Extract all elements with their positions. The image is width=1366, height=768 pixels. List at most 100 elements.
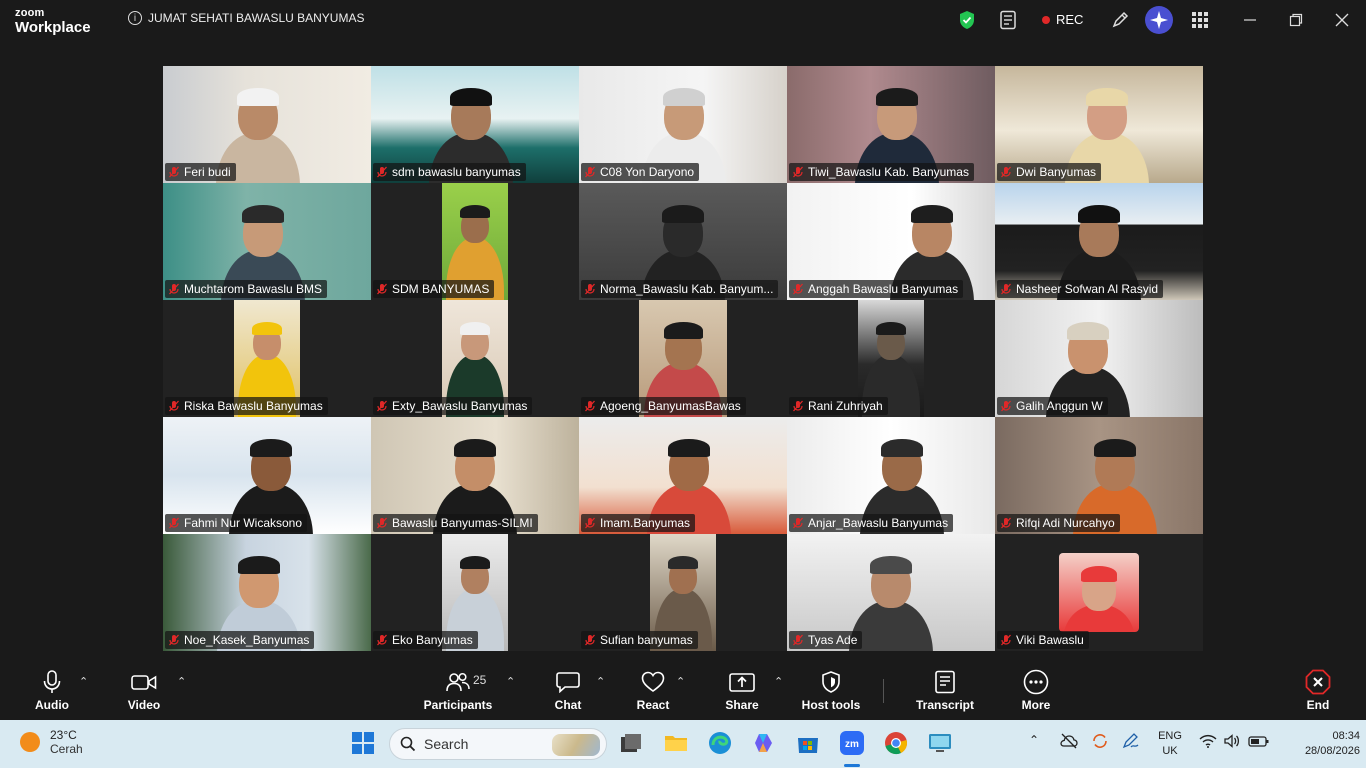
task-view-icon[interactable] (618, 730, 644, 756)
participants-options-caret-icon[interactable]: ⌃ (506, 675, 515, 688)
more-button[interactable]: More (996, 669, 1076, 712)
participant-video-tile[interactable]: Rifqi Adi Nurcahyo (995, 417, 1203, 534)
participant-video-tile[interactable]: Anggah Bawaslu Banyumas (787, 183, 995, 300)
participant-video-tile[interactable]: Eko Banyumas (371, 534, 579, 651)
participant-name-tag: sdm bawaslu banyumas (373, 163, 526, 181)
sync-icon[interactable] (1091, 733, 1109, 752)
taskbar-search-box[interactable]: Search (389, 728, 607, 760)
transcript-button[interactable]: Transcript (905, 669, 985, 712)
participant-video-tile[interactable]: Fahmi Nur Wicaksono (163, 417, 371, 534)
audio-options-caret-icon[interactable]: ⌃ (79, 675, 88, 688)
participant-name: Riska Bawaslu Banyumas (184, 399, 323, 413)
react-options-caret-icon[interactable]: ⌃ (676, 675, 685, 688)
minimize-icon[interactable] (1243, 10, 1257, 30)
wifi-icon[interactable] (1199, 733, 1217, 752)
lang-code: ENG (1158, 730, 1182, 742)
participant-video-tile[interactable]: Imam.Banyumas (579, 417, 787, 534)
participant-video-tile[interactable]: Riska Bawaslu Banyumas (163, 300, 371, 417)
battery-icon[interactable] (1248, 733, 1270, 752)
system-clock[interactable]: 08:34 28/08/2026 (1300, 729, 1360, 759)
zoom-app-icon[interactable]: zm (839, 730, 865, 756)
sun-icon (20, 732, 40, 752)
copilot-icon[interactable] (751, 730, 777, 756)
participant-video-tile[interactable]: SDM BANYUMAS (371, 183, 579, 300)
annotate-pen-icon[interactable] (1110, 10, 1130, 30)
participant-video-tile[interactable]: Sufian banyumas (579, 534, 787, 651)
participant-video-tile[interactable]: sdm bawaslu banyumas (371, 66, 579, 183)
share-button[interactable]: Share (702, 669, 782, 712)
participant-video-tile[interactable]: C08 Yon Daryono (579, 66, 787, 183)
info-icon[interactable]: i (128, 11, 142, 25)
participant-video-tile[interactable]: Exty_Bawaslu Banyumas (371, 300, 579, 417)
participant-headwear (668, 439, 710, 457)
meeting-title[interactable]: i JUMAT SEHATI BAWASLU BANYUMAS (128, 11, 364, 25)
show-hidden-icons-chevron-icon[interactable]: ⌃ (1029, 733, 1039, 747)
transcript-label: Transcript (915, 698, 975, 712)
participant-name: Fahmi Nur Wicaksono (184, 516, 303, 530)
clock-date: 28/08/2026 (1304, 745, 1360, 757)
participant-headwear (460, 322, 490, 335)
participant-video-tile[interactable]: Muchtarom Bawaslu BMS (163, 183, 371, 300)
participant-video-tile[interactable]: Feri budi (163, 66, 371, 183)
participant-video-tile[interactable]: Norma_Bawaslu Kab. Banyum... (579, 183, 787, 300)
participant-headwear (460, 205, 490, 218)
title-bar: zoom Workplace i JUMAT SEHATI BAWASLU BA… (0, 0, 1366, 40)
file-explorer-icon[interactable] (663, 730, 689, 756)
onedrive-offline-icon[interactable] (1060, 733, 1078, 752)
participant-video-tile[interactable]: Bawaslu Banyumas-SILMI (371, 417, 579, 534)
participant-headwear (668, 556, 698, 569)
remote-desktop-icon[interactable] (927, 730, 953, 756)
chat-options-caret-icon[interactable]: ⌃ (596, 675, 605, 688)
volume-icon[interactable] (1223, 733, 1241, 752)
participant-name-tag: Riska Bawaslu Banyumas (165, 397, 328, 415)
participant-video-tile[interactable]: Noe_Kasek_Banyumas (163, 534, 371, 651)
participant-headwear (454, 439, 496, 457)
pen-input-icon[interactable] (1122, 733, 1140, 752)
video-camera-icon (131, 675, 157, 690)
muted-mic-icon (168, 166, 180, 178)
participant-video-tile[interactable]: Nasheer Sofwan Al Rasyid (995, 183, 1203, 300)
host-tools-button[interactable]: Host tools (791, 669, 871, 712)
apps-grid-icon[interactable] (1191, 10, 1209, 30)
video-gallery: Feri budi sdm bawaslu banyumas C08 Yon Dar… (163, 66, 1203, 651)
participant-headwear (663, 322, 703, 339)
participant-name: Rani Zuhriyah (808, 399, 883, 413)
video-options-caret-icon[interactable]: ⌃ (177, 675, 186, 688)
participant-name-tag: Exty_Bawaslu Banyumas (373, 397, 533, 415)
participant-name-tag: Nasheer Sofwan Al Rasyid (997, 280, 1164, 298)
share-options-caret-icon[interactable]: ⌃ (774, 675, 783, 688)
participant-name-tag: Dwi Banyumas (997, 163, 1102, 181)
security-shield-icon[interactable] (958, 10, 976, 30)
muted-mic-icon (376, 166, 388, 178)
meeting-title-text: JUMAT SEHATI BAWASLU BANYUMAS (148, 11, 365, 25)
participant-video-tile[interactable]: Agoeng_BanyumasBawas (579, 300, 787, 417)
ai-companion-icon[interactable] (1144, 5, 1174, 35)
participant-video-tile[interactable]: Rani Zuhriyah (787, 300, 995, 417)
participant-video-tile[interactable]: Viki Bawaslu (995, 534, 1203, 651)
muted-mic-icon (792, 517, 804, 529)
brand-top: zoom (15, 7, 45, 19)
participant-video-tile[interactable]: Anjar_Bawaslu Banyumas (787, 417, 995, 534)
restore-icon[interactable] (1289, 10, 1303, 30)
windows-start-icon[interactable] (350, 730, 376, 756)
participant-headwear (242, 205, 284, 223)
participant-name-tag: Tiwi_Bawaslu Kab. Banyumas (789, 163, 974, 181)
participant-name: Agoeng_BanyumasBawas (600, 399, 741, 413)
edge-browser-icon[interactable] (707, 730, 733, 756)
muted-mic-icon (584, 166, 596, 178)
microsoft-store-icon[interactable] (795, 730, 821, 756)
muted-mic-icon (584, 283, 596, 295)
weather-widget[interactable]: 23°C Cerah (20, 728, 83, 756)
participant-video-tile[interactable]: Tiwi_Bawaslu Kab. Banyumas (787, 66, 995, 183)
recording-indicator[interactable]: REC (1042, 12, 1083, 27)
notes-icon[interactable] (999, 10, 1017, 30)
end-meeting-button[interactable]: End (1278, 669, 1358, 712)
close-icon[interactable] (1335, 10, 1349, 30)
participant-video-tile[interactable]: Tyas Ade (787, 534, 995, 651)
participant-video-tile[interactable]: Dwi Banyumas (995, 66, 1203, 183)
chrome-browser-icon[interactable] (883, 730, 909, 756)
participant-headwear (876, 322, 906, 335)
participant-video-tile[interactable]: Galih Anggun W (995, 300, 1203, 417)
video-button[interactable]: Video (104, 669, 184, 712)
input-language-indicator[interactable]: ENG UK (1156, 729, 1184, 759)
